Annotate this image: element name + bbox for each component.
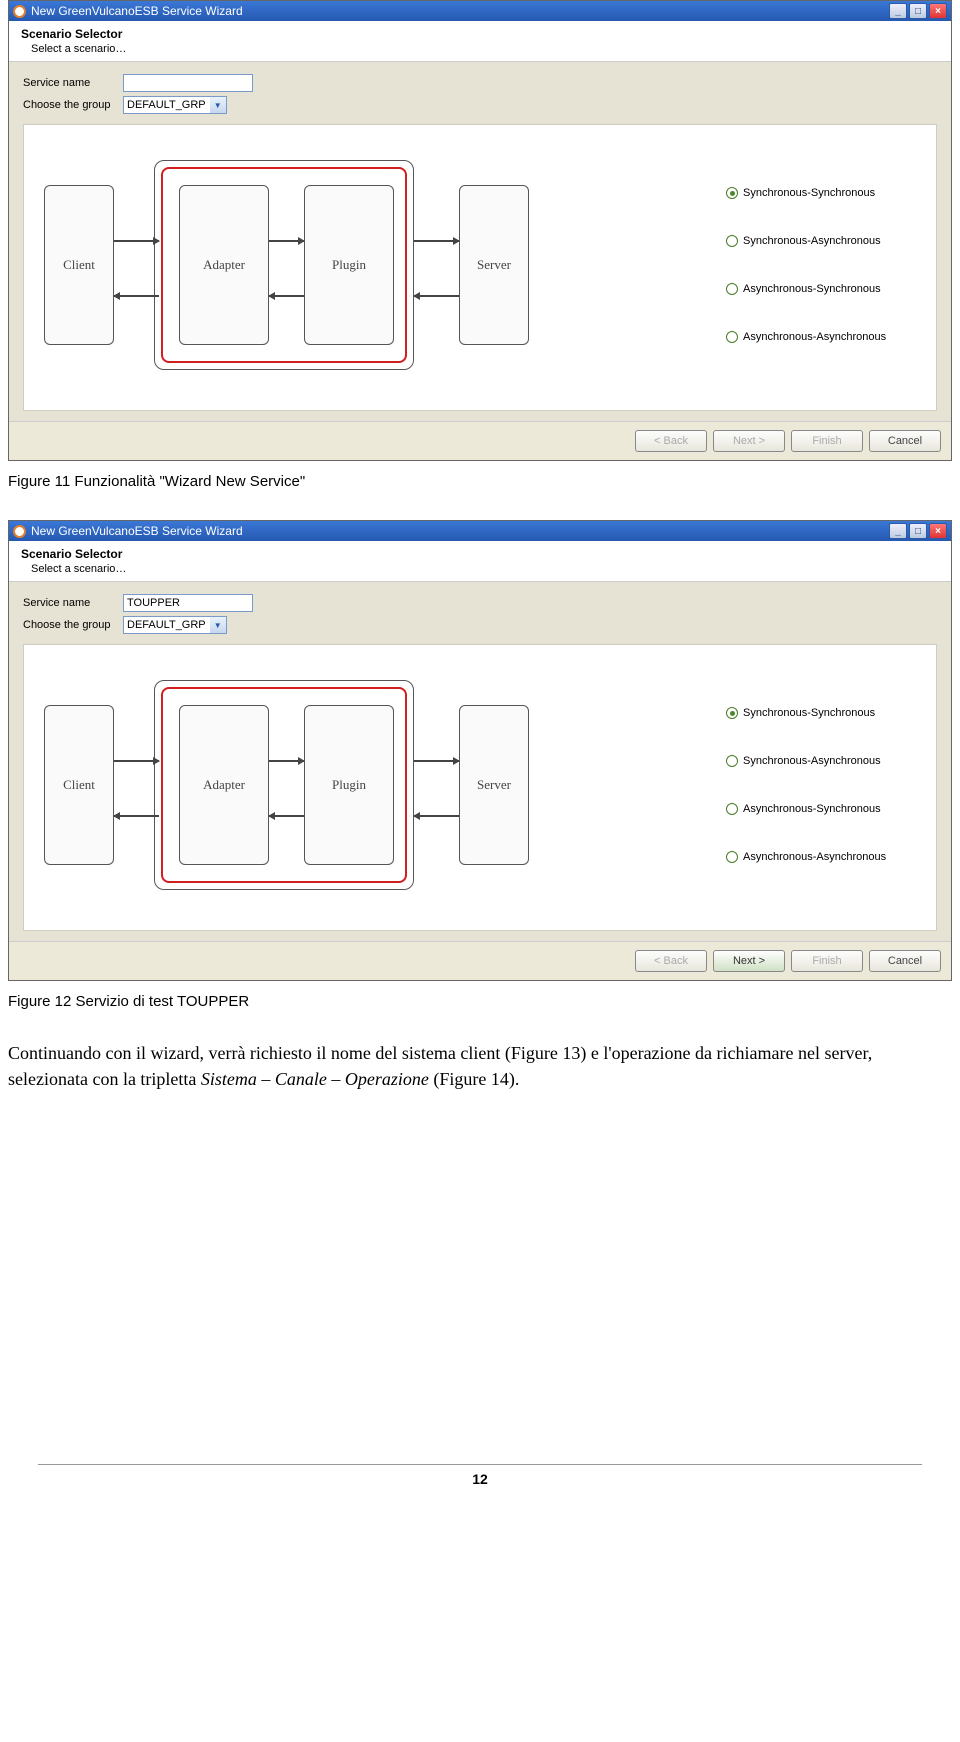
wizard-header-sub: Select a scenario… <box>21 563 939 575</box>
wizard-window-1: New GreenVulcanoESB Service Wizard _ □ ×… <box>8 0 952 461</box>
server-box: Server <box>459 705 529 865</box>
window-title: New GreenVulcanoESB Service Wizard <box>31 524 889 538</box>
finish-button[interactable]: Finish <box>791 950 863 972</box>
arrow-icon <box>114 815 159 817</box>
scenario-radio-3[interactable]: Asynchronous-Asynchronous <box>726 331 916 343</box>
back-button[interactable]: < Back <box>635 430 707 452</box>
group-select[interactable]: DEFAULT_GRP ▼ <box>123 616 227 634</box>
scenario-radio-group: Synchronous-Synchronous Synchronous-Asyn… <box>726 707 916 863</box>
arrow-icon <box>269 240 304 242</box>
close-button[interactable]: × <box>929 3 947 19</box>
wizard-body: Service name Choose the group DEFAULT_GR… <box>9 582 951 941</box>
server-box: Server <box>459 185 529 345</box>
client-box: Client <box>44 185 114 345</box>
group-label: Choose the group <box>23 619 123 631</box>
group-select-value: DEFAULT_GRP <box>127 619 206 631</box>
close-button[interactable]: × <box>929 523 947 539</box>
arrow-icon <box>114 760 159 762</box>
scenario-radio-2[interactable]: Asynchronous-Synchronous <box>726 283 916 295</box>
service-name-input[interactable] <box>123 74 253 92</box>
wizard-body: Service name Choose the group DEFAULT_GR… <box>9 62 951 421</box>
next-button[interactable]: Next > <box>713 430 785 452</box>
scenario-radio-3[interactable]: Asynchronous-Asynchronous <box>726 851 916 863</box>
maximize-button[interactable]: □ <box>909 523 927 539</box>
adapter-box: Adapter <box>179 185 269 345</box>
wizard-header: Scenario Selector Select a scenario… <box>9 21 951 62</box>
radio-icon <box>726 331 738 343</box>
wizard-header-sub: Select a scenario… <box>21 43 939 55</box>
scenario-radio-1[interactable]: Synchronous-Asynchronous <box>726 235 916 247</box>
finish-button[interactable]: Finish <box>791 430 863 452</box>
radio-label: Synchronous-Asynchronous <box>743 755 881 767</box>
scenario-radio-0[interactable]: Synchronous-Synchronous <box>726 187 916 199</box>
page-spacer <box>8 1104 952 1464</box>
scenario-radio-1[interactable]: Synchronous-Asynchronous <box>726 755 916 767</box>
arrow-icon <box>114 295 159 297</box>
body-text-em: Sistema – Canale – Operazione <box>201 1069 429 1089</box>
scenario-radio-0[interactable]: Synchronous-Synchronous <box>726 707 916 719</box>
minimize-button[interactable]: _ <box>889 523 907 539</box>
plugin-box: Plugin <box>304 705 394 865</box>
wizard-footer: < Back Next > Finish Cancel <box>9 421 951 460</box>
cancel-button[interactable]: Cancel <box>869 950 941 972</box>
group-select[interactable]: DEFAULT_GRP ▼ <box>123 96 227 114</box>
next-button[interactable]: Next > <box>713 950 785 972</box>
radio-label: Synchronous-Asynchronous <box>743 235 881 247</box>
figure-12-caption: Figure 12 Servizio di test TOUPPER <box>8 993 952 1010</box>
arrow-icon <box>414 295 459 297</box>
cancel-button[interactable]: Cancel <box>869 430 941 452</box>
radio-label: Synchronous-Synchronous <box>743 707 875 719</box>
wizard-header: Scenario Selector Select a scenario… <box>9 541 951 582</box>
arrow-icon <box>269 815 304 817</box>
adapter-box: Adapter <box>179 705 269 865</box>
radio-icon <box>726 283 738 295</box>
wizard-header-title: Scenario Selector <box>21 547 939 561</box>
radio-icon <box>726 235 738 247</box>
service-name-label: Service name <box>23 597 123 609</box>
wizard-window-2: New GreenVulcanoESB Service Wizard _ □ ×… <box>8 520 952 981</box>
group-label: Choose the group <box>23 99 123 111</box>
arrow-icon <box>414 240 459 242</box>
titlebar: New GreenVulcanoESB Service Wizard _ □ × <box>9 1 951 21</box>
chevron-down-icon: ▼ <box>210 617 226 633</box>
scenario-diagram: Client Adapter Plugin Server Synchronous… <box>23 124 937 411</box>
radio-label: Asynchronous-Synchronous <box>743 283 881 295</box>
service-name-input[interactable] <box>123 594 253 612</box>
radio-icon <box>726 803 738 815</box>
scenario-radio-group: Synchronous-Synchronous Synchronous-Asyn… <box>726 187 916 343</box>
app-icon <box>13 5 26 18</box>
radio-icon <box>726 755 738 767</box>
arrow-icon <box>414 760 459 762</box>
window-title: New GreenVulcanoESB Service Wizard <box>31 4 889 18</box>
minimize-button[interactable]: _ <box>889 3 907 19</box>
app-icon <box>13 525 26 538</box>
figure-11-caption: Figure 11 Funzionalità "Wizard New Servi… <box>8 473 952 490</box>
arrow-icon <box>114 240 159 242</box>
scenario-radio-2[interactable]: Asynchronous-Synchronous <box>726 803 916 815</box>
radio-icon <box>726 707 738 719</box>
scenario-diagram: Client Adapter Plugin Server Synchronous… <box>23 644 937 931</box>
client-box: Client <box>44 705 114 865</box>
wizard-footer: < Back Next > Finish Cancel <box>9 941 951 980</box>
arrow-icon <box>414 815 459 817</box>
page-number: 12 <box>38 1464 922 1487</box>
body-text-c: (Figure 14). <box>429 1069 519 1089</box>
service-name-label: Service name <box>23 77 123 89</box>
arrow-icon <box>269 295 304 297</box>
plugin-box: Plugin <box>304 185 394 345</box>
radio-icon <box>726 851 738 863</box>
group-select-value: DEFAULT_GRP <box>127 99 206 111</box>
wizard-header-title: Scenario Selector <box>21 27 939 41</box>
radio-label: Asynchronous-Asynchronous <box>743 331 886 343</box>
back-button[interactable]: < Back <box>635 950 707 972</box>
radio-icon <box>726 187 738 199</box>
arrow-icon <box>269 760 304 762</box>
radio-label: Asynchronous-Synchronous <box>743 803 881 815</box>
radio-label: Asynchronous-Asynchronous <box>743 851 886 863</box>
titlebar: New GreenVulcanoESB Service Wizard _ □ × <box>9 521 951 541</box>
chevron-down-icon: ▼ <box>210 97 226 113</box>
radio-label: Synchronous-Synchronous <box>743 187 875 199</box>
maximize-button[interactable]: □ <box>909 3 927 19</box>
body-paragraph: Continuando con il wizard, verrà richies… <box>8 1040 952 1092</box>
